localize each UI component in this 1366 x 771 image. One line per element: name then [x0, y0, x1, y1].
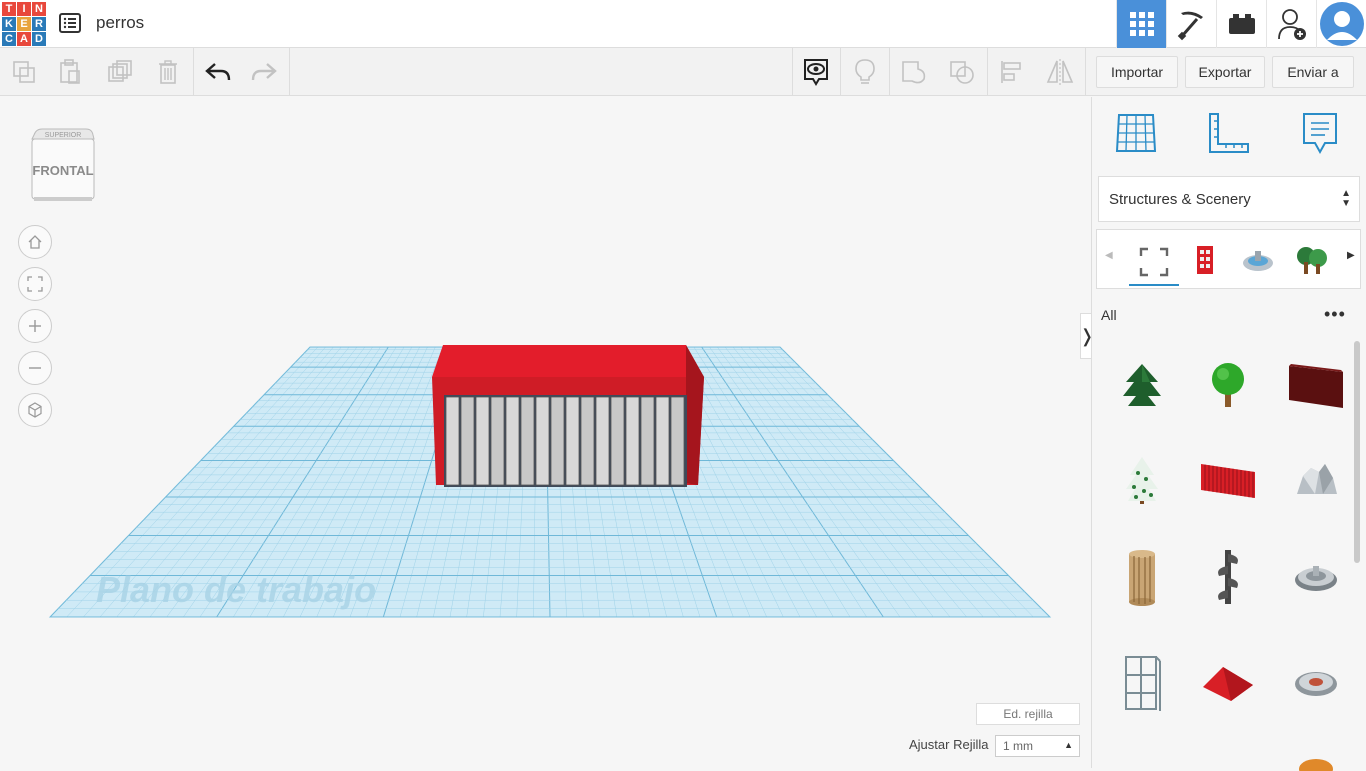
view-cube[interactable]: SUPERIOR FRONTAL	[30, 127, 96, 201]
paste-icon[interactable]	[46, 48, 94, 96]
shape-red-fence[interactable]	[1198, 450, 1258, 510]
shape-scaffold-tower[interactable]	[1112, 653, 1172, 713]
grid-view-icon[interactable]	[1116, 0, 1166, 48]
pickaxe-icon[interactable]	[1166, 0, 1216, 48]
shape-red-roof[interactable]	[1198, 653, 1258, 713]
red-structure-model[interactable]	[432, 345, 704, 487]
design-title[interactable]: perros	[96, 13, 144, 33]
perspective-icon[interactable]	[18, 393, 52, 427]
logo-letter: D	[32, 32, 46, 46]
delete-icon[interactable]	[144, 48, 192, 96]
panel-scrollbar[interactable]	[1354, 341, 1360, 563]
shape-round-base[interactable]	[1286, 653, 1346, 713]
shape-rock[interactable]	[1286, 450, 1346, 510]
undo-icon[interactable]	[194, 48, 242, 96]
workplane-scene[interactable]: Plano de trabajo	[0, 97, 1090, 768]
carousel-building-icon[interactable]	[1185, 240, 1225, 280]
filter-label: All	[1101, 307, 1117, 323]
toolbar: Importar Exportar Enviar a	[0, 48, 1366, 96]
3d-viewport[interactable]: Plano de trabajo SUPERIOR FRONTAL Ed. re…	[0, 97, 1090, 768]
add-user-icon[interactable]	[1266, 0, 1316, 48]
group-icon[interactable]	[890, 48, 938, 96]
shape-wall-panel[interactable]	[1286, 355, 1346, 415]
design-list-icon[interactable]	[58, 11, 82, 35]
duplicate-icon[interactable]	[96, 48, 144, 96]
redo-icon[interactable]	[240, 48, 288, 96]
fit-view-icon[interactable]	[18, 267, 52, 301]
svg-text:SUPERIOR: SUPERIOR	[45, 132, 82, 139]
zoom-in-icon[interactable]	[18, 309, 52, 343]
copy-icon[interactable]	[0, 48, 48, 96]
top-bar: TIN KER CAD perros	[0, 0, 1366, 48]
category-carousel: ◀ ▶	[1096, 229, 1361, 289]
logo-letter: C	[2, 32, 16, 46]
logo-letter: E	[17, 17, 31, 31]
more-options-icon[interactable]: •••	[1324, 304, 1346, 325]
carousel-all-icon[interactable]	[1129, 240, 1179, 286]
carousel-trees-icon[interactable]	[1292, 240, 1332, 280]
mirror-icon[interactable]	[1036, 48, 1084, 96]
logo-letter: A	[17, 32, 31, 46]
workplane-icon[interactable]	[1112, 109, 1160, 157]
shape-partial-orange[interactable]	[1286, 747, 1346, 771]
logo-letter: N	[32, 2, 46, 16]
export-button[interactable]: Exportar	[1185, 56, 1265, 88]
shape-spiral-stair[interactable]	[1198, 547, 1258, 607]
ungroup-icon[interactable]	[938, 48, 986, 96]
ruler-icon[interactable]	[1205, 109, 1253, 157]
user-avatar-icon[interactable]	[1316, 0, 1366, 48]
logo-letter: T	[2, 2, 16, 16]
align-icon[interactable]	[988, 48, 1036, 96]
shape-snowy-pine-tree[interactable]	[1112, 450, 1172, 510]
import-button[interactable]: Importar	[1096, 56, 1178, 88]
shape-round-tower[interactable]	[1112, 547, 1172, 607]
workplane-label: Plano de trabajo	[96, 569, 376, 610]
send-to-button[interactable]: Enviar a	[1272, 56, 1354, 88]
shape-pine-tree[interactable]	[1112, 355, 1172, 415]
logo-letter: I	[17, 2, 31, 16]
edit-grid-button[interactable]: Ed. rejilla	[976, 703, 1080, 725]
shape-fountain[interactable]	[1286, 547, 1346, 607]
shapes-panel: Structures & Scenery ▲ ▼ ◀ ▶ All •••	[1091, 97, 1366, 771]
show-hide-icon[interactable]	[792, 48, 840, 96]
shape-round-tree[interactable]	[1198, 355, 1258, 415]
notes-icon[interactable]	[1296, 109, 1344, 157]
zoom-out-icon[interactable]	[18, 351, 52, 385]
shape-category-select[interactable]: Structures & Scenery ▲ ▼	[1098, 176, 1360, 222]
logo-letter: R	[32, 17, 46, 31]
svg-text:FRONTAL: FRONTAL	[32, 163, 93, 178]
logo-letter: K	[2, 17, 16, 31]
tinkercad-logo[interactable]: TIN KER CAD	[2, 2, 46, 46]
home-view-icon[interactable]	[18, 225, 52, 259]
light-bulb-icon[interactable]	[841, 48, 889, 96]
snap-grid-select[interactable]: 1 mm ▲	[995, 735, 1080, 757]
carousel-prev-icon[interactable]: ◀	[1105, 250, 1113, 261]
snap-grid-label: Ajustar Rejilla	[909, 737, 989, 752]
carousel-fountain-icon[interactable]	[1238, 240, 1278, 280]
bricks-icon[interactable]	[1216, 0, 1266, 48]
carousel-next-icon[interactable]: ▶	[1347, 250, 1355, 261]
